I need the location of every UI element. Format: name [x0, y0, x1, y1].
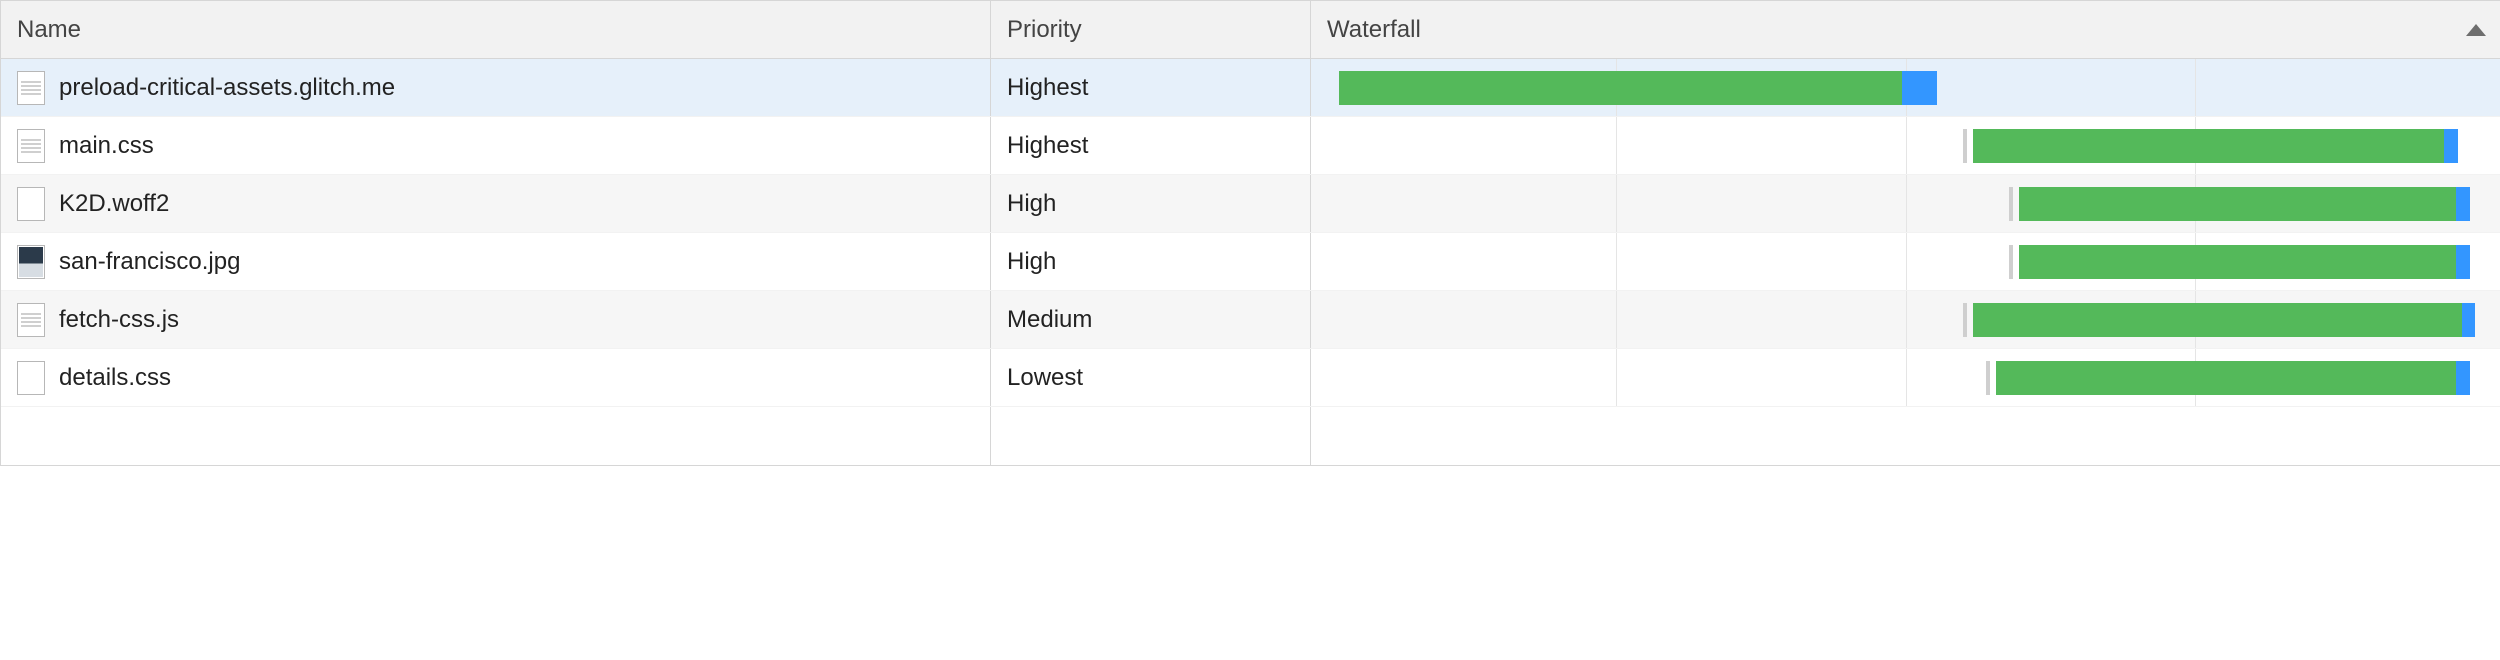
request-priority: High: [1007, 248, 1056, 276]
waterfall-bar[interactable]: [1975, 129, 2458, 163]
table-header-row: Name Priority Waterfall: [1, 1, 2500, 59]
waterfall-gridline: [2195, 59, 2196, 116]
waterfall-bar-content: [2462, 303, 2476, 337]
cell-name[interactable]: K2D.woff2: [1, 175, 991, 232]
cell-name-empty: [1, 407, 991, 465]
waterfall-bar-download: [1973, 129, 2445, 163]
waterfall-bar[interactable]: [2021, 245, 2470, 279]
waterfall-bar-content: [2456, 245, 2470, 279]
waterfall-gridline: [1616, 233, 1617, 290]
table-row-empty: [1, 407, 2500, 465]
request-priority: Lowest: [1007, 364, 1083, 392]
waterfall-bar-download: [1973, 303, 2462, 337]
table-row[interactable]: san-francisco.jpg High: [1, 233, 2500, 291]
waterfall-gridline: [1906, 349, 1907, 406]
waterfall-bar-content: [1902, 71, 1937, 105]
waterfall-wait-tick: [1963, 303, 1967, 337]
column-header-name-label: Name: [17, 16, 81, 44]
document-file-icon: [17, 71, 45, 105]
request-name: main.css: [59, 132, 154, 160]
table-row[interactable]: fetch-css.js Medium: [1, 291, 2500, 349]
sort-ascending-icon: [2466, 24, 2486, 36]
waterfall-gridline: [1616, 117, 1617, 174]
waterfall-bar-download: [1339, 71, 1903, 105]
request-name: details.css: [59, 364, 171, 392]
table-row[interactable]: main.css Highest: [1, 117, 2500, 175]
waterfall-track: [1327, 59, 2484, 116]
waterfall-bar-content: [2456, 361, 2470, 395]
request-name: fetch-css.js: [59, 306, 179, 334]
cell-waterfall[interactable]: [1311, 59, 2500, 116]
cell-priority[interactable]: Medium: [991, 291, 1311, 348]
waterfall-wait-tick: [2009, 187, 2013, 221]
waterfall-gridline: [1616, 175, 1617, 232]
column-header-name[interactable]: Name: [1, 1, 991, 58]
waterfall-gridline: [1906, 233, 1907, 290]
request-priority: Highest: [1007, 132, 1088, 160]
cell-waterfall[interactable]: [1311, 349, 2500, 406]
cell-priority[interactable]: High: [991, 233, 1311, 290]
request-priority: Highest: [1007, 74, 1088, 102]
table-row[interactable]: preload-critical-assets.glitch.me Highest: [1, 59, 2500, 117]
cell-priority[interactable]: High: [991, 175, 1311, 232]
waterfall-track: [1327, 117, 2484, 174]
waterfall-track: [1327, 233, 2484, 290]
waterfall-gridline: [1616, 349, 1617, 406]
waterfall-bar-download: [2019, 187, 2456, 221]
cell-priority[interactable]: Highest: [991, 59, 1311, 116]
waterfall-bar-content: [2456, 187, 2470, 221]
cell-waterfall[interactable]: [1311, 117, 2500, 174]
waterfall-bar[interactable]: [1975, 303, 2476, 337]
cell-waterfall-empty: [1311, 407, 2500, 465]
waterfall-track: [1327, 175, 2484, 232]
waterfall-gridline: [1906, 175, 1907, 232]
cell-waterfall[interactable]: [1311, 291, 2500, 348]
document-file-icon: [17, 129, 45, 163]
waterfall-wait-tick: [1986, 361, 1990, 395]
request-name: san-francisco.jpg: [59, 248, 240, 276]
cell-name[interactable]: san-francisco.jpg: [1, 233, 991, 290]
waterfall-gridline: [1906, 291, 1907, 348]
request-priority: Medium: [1007, 306, 1092, 334]
waterfall-track: [1327, 291, 2484, 348]
cell-name[interactable]: preload-critical-assets.glitch.me: [1, 59, 991, 116]
waterfall-bar[interactable]: [1339, 71, 1937, 105]
file-icon: [17, 187, 45, 221]
cell-waterfall[interactable]: [1311, 233, 2500, 290]
waterfall-bar-download: [2019, 245, 2456, 279]
cell-name[interactable]: details.css: [1, 349, 991, 406]
waterfall-track: [1327, 349, 2484, 406]
column-header-waterfall-label: Waterfall: [1327, 16, 1421, 44]
waterfall-bar[interactable]: [2021, 187, 2470, 221]
waterfall-bar[interactable]: [1998, 361, 2470, 395]
column-header-priority[interactable]: Priority: [991, 1, 1311, 58]
network-requests-panel: Name Priority Waterfall preload-critical…: [0, 0, 2500, 466]
cell-name[interactable]: fetch-css.js: [1, 291, 991, 348]
waterfall-bar-download: [1996, 361, 2456, 395]
cell-waterfall[interactable]: [1311, 175, 2500, 232]
column-header-waterfall[interactable]: Waterfall: [1311, 1, 2500, 58]
request-priority: High: [1007, 190, 1056, 218]
column-header-priority-label: Priority: [1007, 16, 1082, 44]
document-file-icon: [17, 303, 45, 337]
waterfall-wait-tick: [2009, 245, 2013, 279]
request-name: preload-critical-assets.glitch.me: [59, 74, 395, 102]
request-name: K2D.woff2: [59, 190, 169, 218]
image-file-icon: [17, 245, 45, 279]
table-row[interactable]: details.css Lowest: [1, 349, 2500, 407]
cell-priority-empty: [991, 407, 1311, 465]
file-icon: [17, 361, 45, 395]
cell-priority[interactable]: Lowest: [991, 349, 1311, 406]
cell-name[interactable]: main.css: [1, 117, 991, 174]
cell-priority[interactable]: Highest: [991, 117, 1311, 174]
waterfall-gridline: [1906, 117, 1907, 174]
waterfall-gridline: [1616, 291, 1617, 348]
waterfall-wait-tick: [1963, 129, 1967, 163]
waterfall-bar-content: [2444, 129, 2458, 163]
table-row[interactable]: K2D.woff2 High: [1, 175, 2500, 233]
table-body: preload-critical-assets.glitch.me Highest…: [1, 59, 2500, 407]
